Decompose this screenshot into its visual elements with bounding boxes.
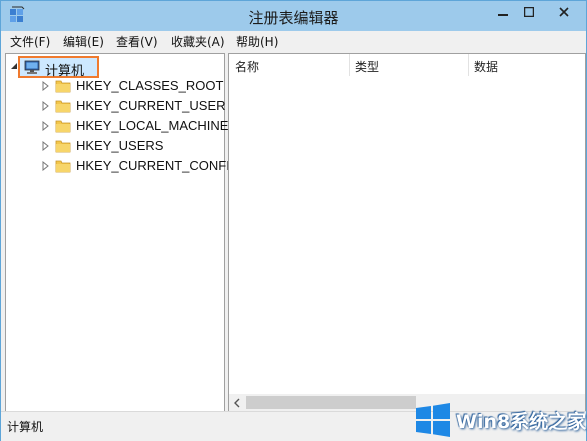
- scrollbar-thumb[interactable]: [246, 396, 416, 409]
- windows-logo-icon: [414, 402, 452, 438]
- close-button[interactable]: [542, 1, 586, 23]
- watermark: Win8系统之家: [414, 400, 586, 440]
- minimize-button[interactable]: [490, 1, 516, 23]
- expand-arrow-icon[interactable]: [40, 140, 50, 152]
- menu-view[interactable]: 查看(V): [113, 33, 161, 50]
- folder-icon: [55, 158, 71, 173]
- menu-favorites[interactable]: 收藏夹(A): [168, 33, 228, 50]
- expand-arrow-icon[interactable]: [40, 160, 50, 172]
- column-header-type[interactable]: 类型: [349, 54, 468, 76]
- tree-label: HKEY_CURRENT_CONFIG: [76, 158, 240, 173]
- tree-item-hkcu[interactable]: HKEY_CURRENT_USER: [6, 96, 226, 116]
- tree-item-hkcc[interactable]: HKEY_CURRENT_CONFIG: [6, 156, 240, 176]
- column-header-name[interactable]: 名称: [229, 54, 349, 76]
- folder-icon: [55, 78, 71, 93]
- tree-label: HKEY_LOCAL_MACHINE: [76, 118, 229, 133]
- key-tree-pane[interactable]: 计算机 HKEY_CLASSES_ROOT HKEY_CURRENT_USER …: [5, 53, 240, 412]
- tree-row-computer[interactable]: 计算机: [6, 56, 224, 79]
- column-header-label: 类型: [355, 60, 380, 74]
- values-list-pane[interactable]: 名称 类型 数据: [228, 53, 586, 412]
- menu-help[interactable]: 帮助(H): [233, 33, 281, 50]
- maximize-button[interactable]: [516, 1, 542, 23]
- menu-file[interactable]: 文件(F): [7, 33, 53, 50]
- expand-arrow-icon[interactable]: [40, 120, 50, 132]
- tree-label: HKEY_USERS: [76, 138, 164, 153]
- tree-item-computer[interactable]: 计算机: [18, 56, 99, 79]
- expand-arrow-icon[interactable]: [40, 80, 50, 92]
- menu-edit[interactable]: 编辑(E): [60, 33, 107, 50]
- title-bar[interactable]: 注册表编辑器: [1, 1, 586, 31]
- scroll-left-icon[interactable]: [233, 397, 241, 411]
- folder-icon: [55, 118, 71, 133]
- column-header-data[interactable]: 数据: [468, 54, 585, 76]
- column-header-label: 名称: [235, 60, 260, 74]
- watermark-text: Win8系统之家: [456, 411, 587, 433]
- status-path: 计算机: [7, 420, 44, 434]
- tree-item-hku[interactable]: HKEY_USERS: [6, 136, 224, 156]
- registry-editor-window: 注册表编辑器 文件(F) 编辑(E) 查看(V) 收藏夹(A) 帮助(H) 计算…: [0, 0, 587, 441]
- expand-arrow-icon[interactable]: [40, 100, 50, 112]
- column-header-label: 数据: [474, 60, 499, 74]
- menu-bar: 文件(F) 编辑(E) 查看(V) 收藏夹(A) 帮助(H): [1, 31, 586, 51]
- folder-icon: [55, 98, 71, 113]
- tree-item-hklm[interactable]: HKEY_LOCAL_MACHINE: [6, 116, 228, 136]
- editor-client-area: 计算机 HKEY_CLASSES_ROOT HKEY_CURRENT_USER …: [1, 51, 586, 412]
- tree-label: HKEY_CURRENT_USER: [76, 98, 226, 113]
- folder-icon: [55, 138, 71, 153]
- tree-item-hkcr[interactable]: HKEY_CLASSES_ROOT: [6, 76, 224, 96]
- computer-icon: [24, 60, 40, 75]
- tree-label: HKEY_CLASSES_ROOT: [76, 78, 224, 93]
